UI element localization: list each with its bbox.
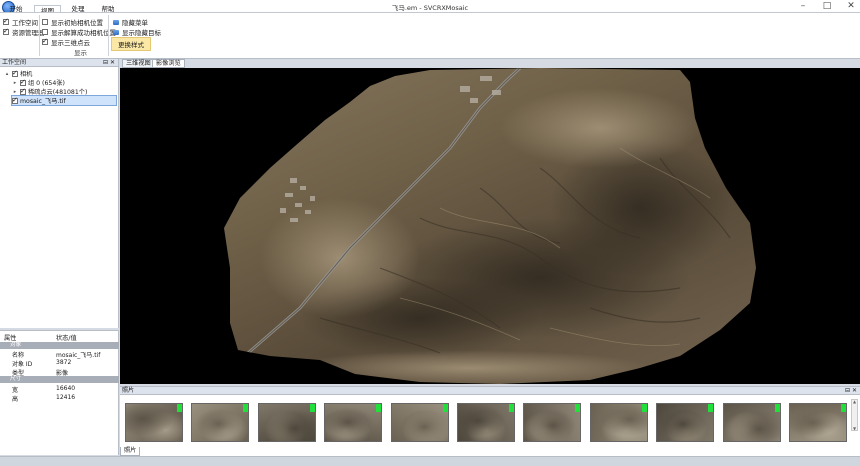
photo-status-flag	[841, 404, 846, 412]
photo-status-flag	[243, 404, 249, 412]
tab-image-browse[interactable]: 影像浏览	[152, 59, 185, 68]
workspace-panel: 工作空间 ⊟ ✕ ▴ 相机 ▸ 组 0 (654张) ▸ 稀疏点云(481081…	[0, 59, 119, 328]
tree-item-cameras[interactable]: ▴ 相机	[4, 69, 33, 79]
photo-thumbnail[interactable]	[589, 403, 648, 442]
pin-icon[interactable]: ⊟	[103, 59, 108, 67]
show-hidden-button[interactable]: 显示隐藏目标	[113, 27, 161, 37]
photos-title: 照片	[122, 387, 135, 394]
photo-thumbnail[interactable]	[390, 403, 449, 442]
change-style-label: 更换样式	[118, 41, 144, 49]
checkbox-workspace[interactable]	[3, 17, 9, 25]
close-icon[interactable]: ✕	[852, 387, 857, 395]
photo-status-flag	[575, 404, 581, 412]
ribbon-divider	[108, 15, 109, 56]
photos-header: 照片 ⊟ ✕	[120, 387, 860, 395]
property-key: 宽	[12, 387, 19, 394]
photo-status-flag	[774, 404, 780, 412]
photo-thumbnail[interactable]	[789, 403, 847, 442]
checkbox-initial-camera[interactable]	[42, 19, 48, 25]
photo-thumbnail[interactable]	[722, 403, 781, 442]
property-value: 12416	[56, 394, 76, 401]
hide-menu-button[interactable]: 隐藏菜单	[113, 17, 148, 27]
tab-3d-view[interactable]: 三维视图	[122, 59, 155, 68]
photo-status-flag	[708, 404, 714, 412]
tree-item-mosaic[interactable]: mosaic_飞马.tif	[11, 95, 117, 106]
property-value: 3872	[56, 359, 72, 366]
show-hidden-label: 显示隐藏目标	[122, 29, 161, 37]
display-group-label: 显示	[74, 49, 87, 57]
menu-icon	[113, 19, 119, 25]
expand-icon[interactable]: ▸	[12, 80, 18, 86]
ribbon-divider	[39, 15, 40, 56]
checkbox-resource-manager[interactable]	[3, 27, 9, 35]
photo-thumbnail[interactable]	[324, 403, 383, 442]
pin-icon[interactable]: ⊟	[845, 387, 850, 395]
toggle-workspace-label: 工作空间	[12, 19, 38, 27]
workspace-header: 工作空间 ⊟ ✕	[0, 59, 118, 67]
tree-item-label: 组 0 (654张)	[28, 80, 65, 87]
properties-value-header: 状态/值	[56, 335, 77, 342]
tree-checkbox[interactable]	[20, 87, 26, 95]
hide-menu-label: 隐藏菜单	[122, 19, 148, 27]
path-icon	[113, 29, 119, 35]
property-category[interactable]: 对象	[0, 342, 119, 349]
property-value: 16640	[56, 385, 76, 392]
photo-status-flag	[309, 404, 315, 412]
tab-photos[interactable]: 照片	[120, 447, 141, 456]
ribbon: 工作空间 资源管理器 显示初始相机位置 显示解算成功相机位置 显示三维点云 显示…	[0, 12, 860, 59]
properties-panel: 属性 状态/值 对象 名称 mosaic_飞马.tif 对象 ID 3872 类…	[0, 330, 119, 455]
property-key: 名称	[12, 352, 25, 359]
checkbox-solved-camera[interactable]	[42, 29, 48, 35]
tree-checkbox[interactable]	[20, 78, 26, 86]
photo-strip[interactable]	[120, 396, 860, 448]
workspace-title: 工作空间	[2, 59, 27, 66]
image-viewport[interactable]	[120, 68, 860, 384]
property-value: mosaic_飞马.tif	[56, 352, 101, 359]
photo-thumbnail[interactable]	[656, 403, 715, 442]
photo-status-flag	[376, 404, 382, 412]
status-bar	[0, 456, 860, 466]
property-row: 类型 影像	[0, 368, 119, 377]
change-style-button[interactable]: 更换样式	[111, 37, 151, 51]
tree-checkbox[interactable]	[12, 96, 18, 104]
tree-item-label: mosaic_飞马.tif	[20, 98, 66, 105]
photo-status-flag	[509, 404, 514, 412]
option-solved-camera-label: 显示解算成功相机位置	[51, 29, 116, 37]
close-icon[interactable]: ✕	[110, 59, 115, 67]
property-row: 名称 mosaic_飞马.tif	[0, 350, 119, 359]
photo-status-flag	[641, 404, 647, 412]
photo-thumbnail[interactable]	[125, 403, 183, 442]
property-key: 对象 ID	[12, 361, 33, 368]
photo-status-flag	[442, 404, 448, 412]
property-row: 高 12416	[0, 394, 119, 403]
toggle-workspace[interactable]: 工作空间	[3, 17, 38, 27]
photo-thumbnail[interactable]	[191, 403, 250, 442]
properties-header: 属性 状态/值	[0, 331, 119, 342]
option-point-cloud-label: 显示三维点云	[51, 39, 90, 47]
property-key: 高	[12, 396, 19, 403]
checkbox-point-cloud[interactable]	[42, 37, 48, 45]
option-initial-camera-label: 显示初始相机位置	[51, 19, 103, 27]
option-solved-camera[interactable]: 显示解算成功相机位置	[42, 27, 116, 37]
property-category[interactable]: 尺寸	[0, 376, 119, 383]
photo-thumbnail[interactable]	[523, 403, 582, 442]
view-tabs: 三维视图 影像浏览	[120, 59, 860, 68]
photo-strip-scrollbar[interactable]	[851, 399, 858, 431]
collapse-icon[interactable]: ▴	[4, 71, 10, 77]
photo-thumbnail[interactable]	[457, 403, 515, 442]
tree-checkbox[interactable]	[12, 69, 18, 77]
photos-panel: 照片 ⊟ ✕	[120, 386, 860, 456]
photo-status-flag	[177, 404, 182, 412]
expand-icon[interactable]: ▸	[12, 89, 18, 95]
properties-key-header: 属性	[4, 335, 17, 342]
property-row: 宽 16640	[0, 385, 119, 394]
property-row: 对象 ID 3872	[0, 359, 119, 368]
orthomosaic-image	[224, 68, 756, 384]
photo-thumbnail[interactable]	[257, 403, 316, 442]
option-initial-camera[interactable]: 显示初始相机位置	[42, 17, 103, 27]
option-point-cloud[interactable]: 显示三维点云	[42, 37, 90, 47]
